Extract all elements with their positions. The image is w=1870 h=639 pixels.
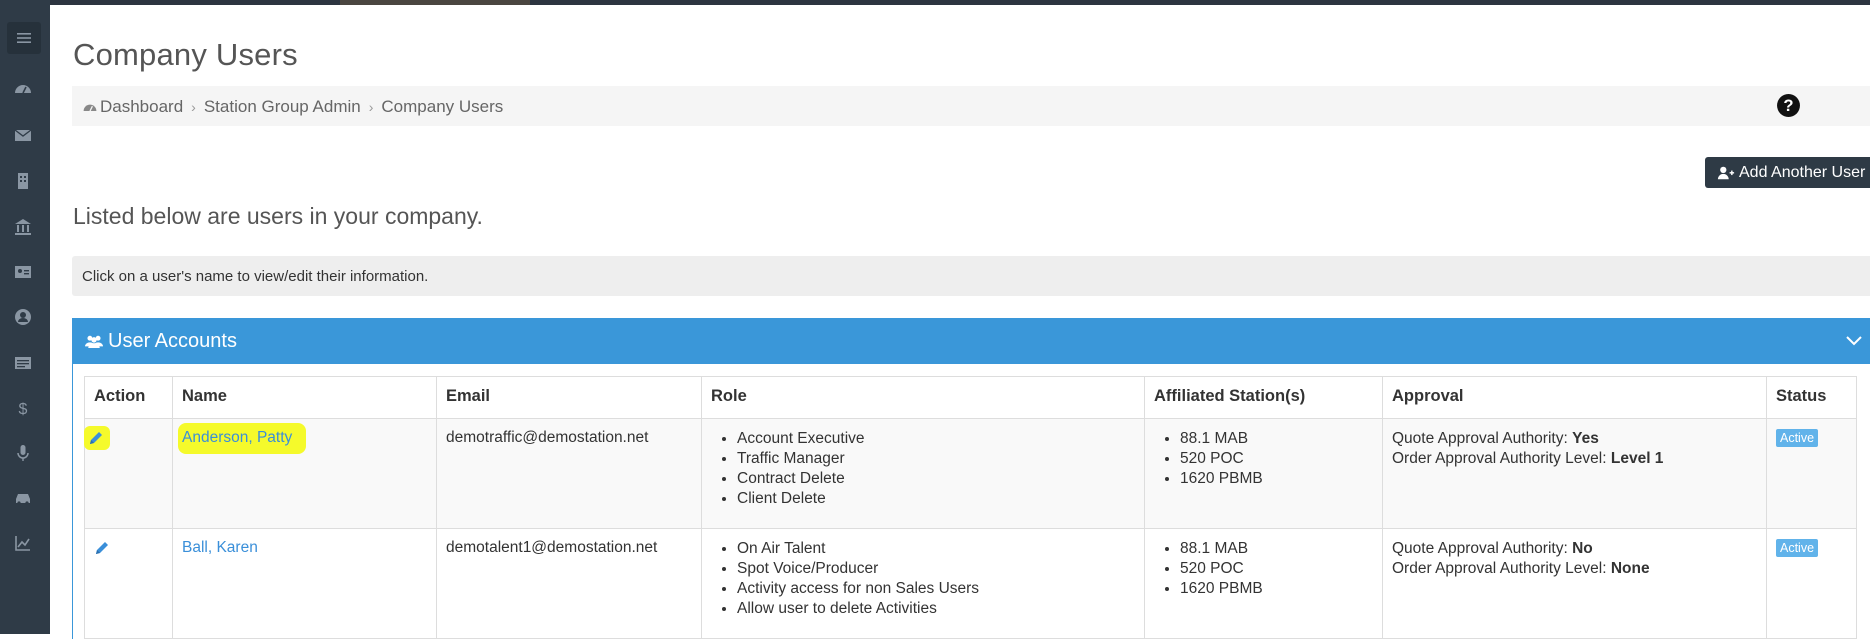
- sidebar: $: [0, 0, 50, 634]
- status-badge: Active: [1776, 429, 1819, 447]
- users-icon: [85, 335, 103, 349]
- page-title: Company Users: [73, 37, 298, 72]
- quote-approval-label: Quote Approval Authority:: [1392, 540, 1568, 557]
- quote-approval-value: Yes: [1572, 430, 1599, 447]
- status-cell: Active: [1766, 418, 1857, 529]
- breadcrumb-station-group-admin[interactable]: Station Group Admin: [204, 97, 361, 117]
- column-header-stations: Affiliated Station(s): [1144, 376, 1383, 419]
- email-cell: demotalent1@demostation.net: [436, 528, 702, 639]
- edit-icon[interactable]: [84, 426, 110, 450]
- intro-text: Listed below are users in your company.: [73, 203, 483, 229]
- order-approval-label: Order Approval Authority Level:: [1392, 450, 1607, 467]
- user-name-link[interactable]: Ball, Karen: [182, 539, 258, 556]
- user-plus-icon: [1717, 166, 1735, 179]
- list-icon[interactable]: [10, 350, 36, 376]
- role-item: Client Delete: [737, 489, 1135, 509]
- users-table: Action Name Email Role Affiliated Statio…: [84, 376, 1857, 639]
- table-row: Ball, Karen demotalent1@demostation.net …: [84, 528, 1857, 639]
- breadcrumb: Dashboard › Station Group Admin › Compan…: [82, 97, 503, 117]
- role-cell: On Air Talent Spot Voice/Producer Activi…: [701, 528, 1145, 639]
- approval-cell: Quote Approval Authority: No Order Appro…: [1382, 528, 1767, 639]
- stations-cell: 88.1 MAB 520 POC 1620 PBMB: [1144, 418, 1383, 529]
- column-header-email: Email: [436, 376, 702, 419]
- dashboard-icon[interactable]: [10, 75, 36, 101]
- station-item: 520 POC: [1180, 449, 1373, 469]
- bank-icon[interactable]: [10, 214, 36, 240]
- envelope-icon[interactable]: [10, 122, 36, 148]
- main-content: Company Users Dashboard › Station Group …: [50, 5, 1870, 639]
- chevron-down-icon[interactable]: [1845, 332, 1863, 350]
- panel-title-text: User Accounts: [108, 330, 237, 352]
- user-circle-icon[interactable]: [10, 304, 36, 330]
- role-cell: Account Executive Traffic Manager Contra…: [701, 418, 1145, 529]
- role-item: Traffic Manager: [737, 449, 1135, 469]
- role-item: Contract Delete: [737, 469, 1135, 489]
- role-item: Account Executive: [737, 429, 1135, 449]
- column-header-name: Name: [172, 376, 437, 419]
- panel-title: User Accounts: [85, 330, 237, 353]
- column-header-status: Status: [1766, 376, 1857, 419]
- email-cell: demotraffic@demostation.net: [436, 418, 702, 529]
- id-card-icon[interactable]: [10, 259, 36, 285]
- breadcrumb-bar: Dashboard › Station Group Admin › Compan…: [72, 86, 1870, 126]
- role-item: Activity access for non Sales Users: [737, 579, 1135, 599]
- user-accounts-panel: User Accounts Action Name Email Role Aff…: [72, 318, 1870, 639]
- station-item: 88.1 MAB: [1180, 539, 1373, 559]
- svg-text:$: $: [19, 401, 28, 418]
- order-approval-value: Level 1: [1610, 450, 1664, 467]
- info-bar: Click on a user's name to view/edit thei…: [72, 256, 1870, 296]
- car-icon[interactable]: [10, 485, 36, 511]
- column-header-approval: Approval: [1382, 376, 1767, 419]
- user-name-link[interactable]: Anderson, Patty: [178, 423, 307, 454]
- column-header-action: Action: [84, 376, 173, 419]
- station-item: 1620 PBMB: [1180, 469, 1373, 489]
- svg-text:?: ?: [1783, 96, 1793, 115]
- quote-approval-value: No: [1572, 540, 1593, 557]
- chevron-right-icon: ›: [368, 99, 374, 115]
- status-badge: Active: [1776, 539, 1819, 557]
- menu-icon[interactable]: [7, 22, 41, 54]
- building-icon[interactable]: [10, 168, 36, 194]
- name-cell: Ball, Karen: [172, 528, 437, 639]
- dashboard-icon: [83, 104, 97, 112]
- role-item: On Air Talent: [737, 539, 1135, 559]
- action-cell: [84, 528, 173, 639]
- dollar-icon[interactable]: $: [10, 395, 36, 421]
- info-text: Click on a user's name to view/edit thei…: [82, 268, 429, 285]
- panel-header[interactable]: User Accounts: [73, 318, 1870, 364]
- microphone-icon[interactable]: [10, 440, 36, 466]
- table-header-row: Action Name Email Role Affiliated Statio…: [84, 376, 1857, 419]
- role-item: Allow user to delete Activities: [737, 599, 1135, 619]
- edit-icon[interactable]: [94, 539, 110, 556]
- approval-cell: Quote Approval Authority: Yes Order Appr…: [1382, 418, 1767, 529]
- add-user-button[interactable]: Add Another User: [1705, 157, 1870, 188]
- stations-cell: 88.1 MAB 520 POC 1620 PBMB: [1144, 528, 1383, 639]
- breadcrumb-dashboard[interactable]: Dashboard: [100, 97, 183, 117]
- status-cell: Active: [1766, 528, 1857, 639]
- quote-approval-label: Quote Approval Authority:: [1392, 430, 1568, 447]
- chart-icon[interactable]: [10, 530, 36, 556]
- chevron-right-icon: ›: [191, 99, 196, 115]
- order-approval-value: None: [1610, 560, 1650, 577]
- column-header-role: Role: [701, 376, 1145, 419]
- station-item: 1620 PBMB: [1180, 579, 1373, 599]
- station-item: 520 POC: [1180, 559, 1373, 579]
- help-icon[interactable]: ?: [1776, 93, 1801, 118]
- name-cell: Anderson, Patty: [172, 418, 437, 529]
- role-item: Spot Voice/Producer: [737, 559, 1135, 579]
- action-cell: [84, 418, 173, 529]
- station-item: 88.1 MAB: [1180, 429, 1373, 449]
- table-row: Anderson, Patty demotraffic@demostation.…: [84, 418, 1857, 529]
- add-user-label: Add Another User: [1739, 163, 1866, 181]
- order-approval-label: Order Approval Authority Level:: [1392, 560, 1607, 577]
- breadcrumb-company-users: Company Users: [381, 97, 504, 116]
